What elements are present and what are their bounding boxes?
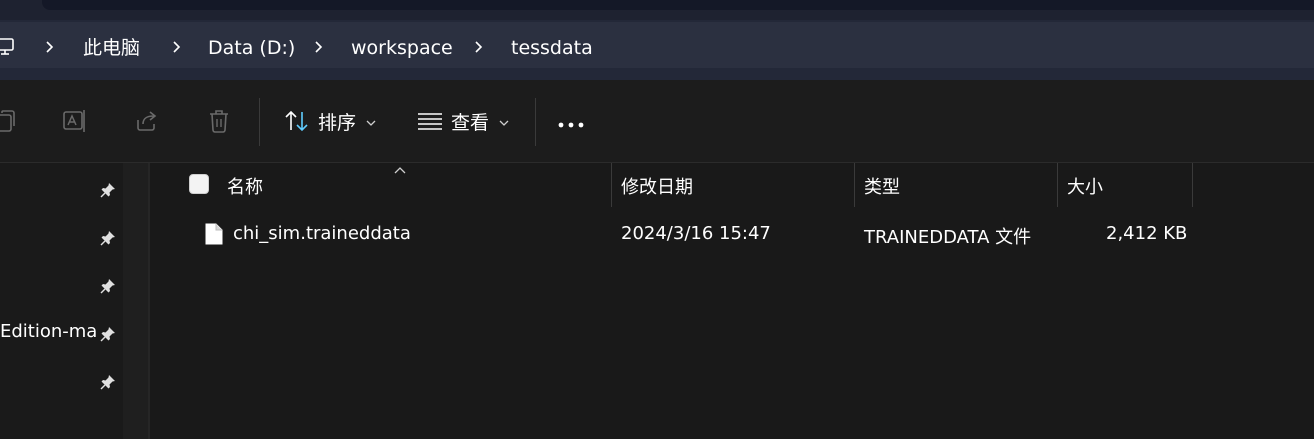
nav-item-label: Edition-mai <box>0 321 98 342</box>
delete-button[interactable] <box>202 106 236 140</box>
file-modified: 2024/3/16 15:47 <box>621 223 771 244</box>
sort-label: 排序 <box>318 112 357 134</box>
delete-icon <box>207 108 231 138</box>
nav-item-quick-access[interactable] <box>0 360 123 400</box>
sort-button[interactable]: 排序 <box>284 104 376 142</box>
title-bar-strip <box>0 0 1314 20</box>
column-divider[interactable] <box>1192 163 1193 207</box>
tab-surface <box>42 0 1314 10</box>
select-all-checkbox[interactable] <box>189 174 209 194</box>
breadcrumb-workspace[interactable]: workspace <box>351 36 453 60</box>
column-header-type[interactable]: 类型 <box>864 173 900 199</box>
nav-item-edition[interactable]: Edition-mai <box>0 312 123 352</box>
sort-icon <box>284 109 310 137</box>
file-list: 名称 修改日期 类型 大小 chi_sim.traineddata 2024/3… <box>150 163 1314 439</box>
breadcrumb: 此电脑 Data (D:) workspace tessdata <box>0 24 1314 70</box>
chevron-right-icon[interactable] <box>171 37 183 57</box>
address-bar: 此电脑 Data (D:) workspace tessdata <box>0 20 1314 80</box>
chevron-right-icon[interactable] <box>313 37 325 57</box>
chevron-down-icon <box>366 117 376 130</box>
breadcrumb-drive-d[interactable]: Data (D:) <box>208 36 295 60</box>
chevron-down-icon <box>499 117 509 130</box>
sort-ascending-icon <box>394 161 406 174</box>
chevron-right-icon[interactable] <box>44 37 56 57</box>
file-icon <box>205 223 223 245</box>
column-divider[interactable] <box>854 163 855 207</box>
copy-button[interactable] <box>0 106 24 140</box>
pin-icon[interactable] <box>100 278 116 294</box>
share-icon <box>134 108 160 138</box>
command-bar: 排序 查看 <box>0 80 1314 163</box>
rename-button[interactable] <box>58 106 92 140</box>
column-divider[interactable] <box>1057 163 1058 207</box>
pin-icon[interactable] <box>100 374 116 390</box>
more-icon <box>557 114 585 133</box>
breadcrumb-this-pc[interactable]: 此电脑 <box>83 36 140 60</box>
rename-icon <box>61 108 89 138</box>
pin-icon[interactable] <box>100 182 116 198</box>
file-type: TRAINEDDATA 文件 <box>864 227 1032 248</box>
view-button[interactable]: 查看 <box>417 104 509 142</box>
navigation-pane: Edition-mai <box>0 163 123 439</box>
more-button[interactable] <box>554 106 588 140</box>
file-size: 2,412 KB <box>1106 223 1188 244</box>
pin-icon[interactable] <box>100 230 116 246</box>
column-header-modified[interactable]: 修改日期 <box>621 173 693 199</box>
column-divider[interactable] <box>611 163 612 207</box>
toolbar-divider <box>259 98 260 146</box>
column-header-row: 名称 修改日期 类型 大小 <box>150 163 1314 207</box>
column-header-size[interactable]: 大小 <box>1067 173 1103 199</box>
computer-icon[interactable] <box>0 36 18 58</box>
copy-icon <box>0 108 20 138</box>
nav-item-quick-access[interactable] <box>0 216 123 256</box>
file-name[interactable]: chi_sim.traineddata <box>233 223 411 244</box>
nav-item-quick-access[interactable] <box>0 168 123 208</box>
toolbar-divider <box>535 98 536 146</box>
share-button[interactable] <box>130 106 164 140</box>
address-field[interactable]: 此电脑 Data (D:) workspace tessdata <box>0 22 1314 68</box>
nav-pane-scrollbar[interactable] <box>123 163 150 439</box>
breadcrumb-tessdata[interactable]: tessdata <box>511 36 593 60</box>
chevron-right-icon[interactable] <box>473 37 485 57</box>
table-row[interactable]: chi_sim.traineddata 2024/3/16 15:47 TRAI… <box>150 213 1314 255</box>
column-header-name[interactable]: 名称 <box>227 173 263 199</box>
pin-icon[interactable] <box>100 326 116 342</box>
view-label: 查看 <box>451 112 490 134</box>
view-icon <box>417 109 443 137</box>
nav-item-quick-access[interactable] <box>0 264 123 304</box>
